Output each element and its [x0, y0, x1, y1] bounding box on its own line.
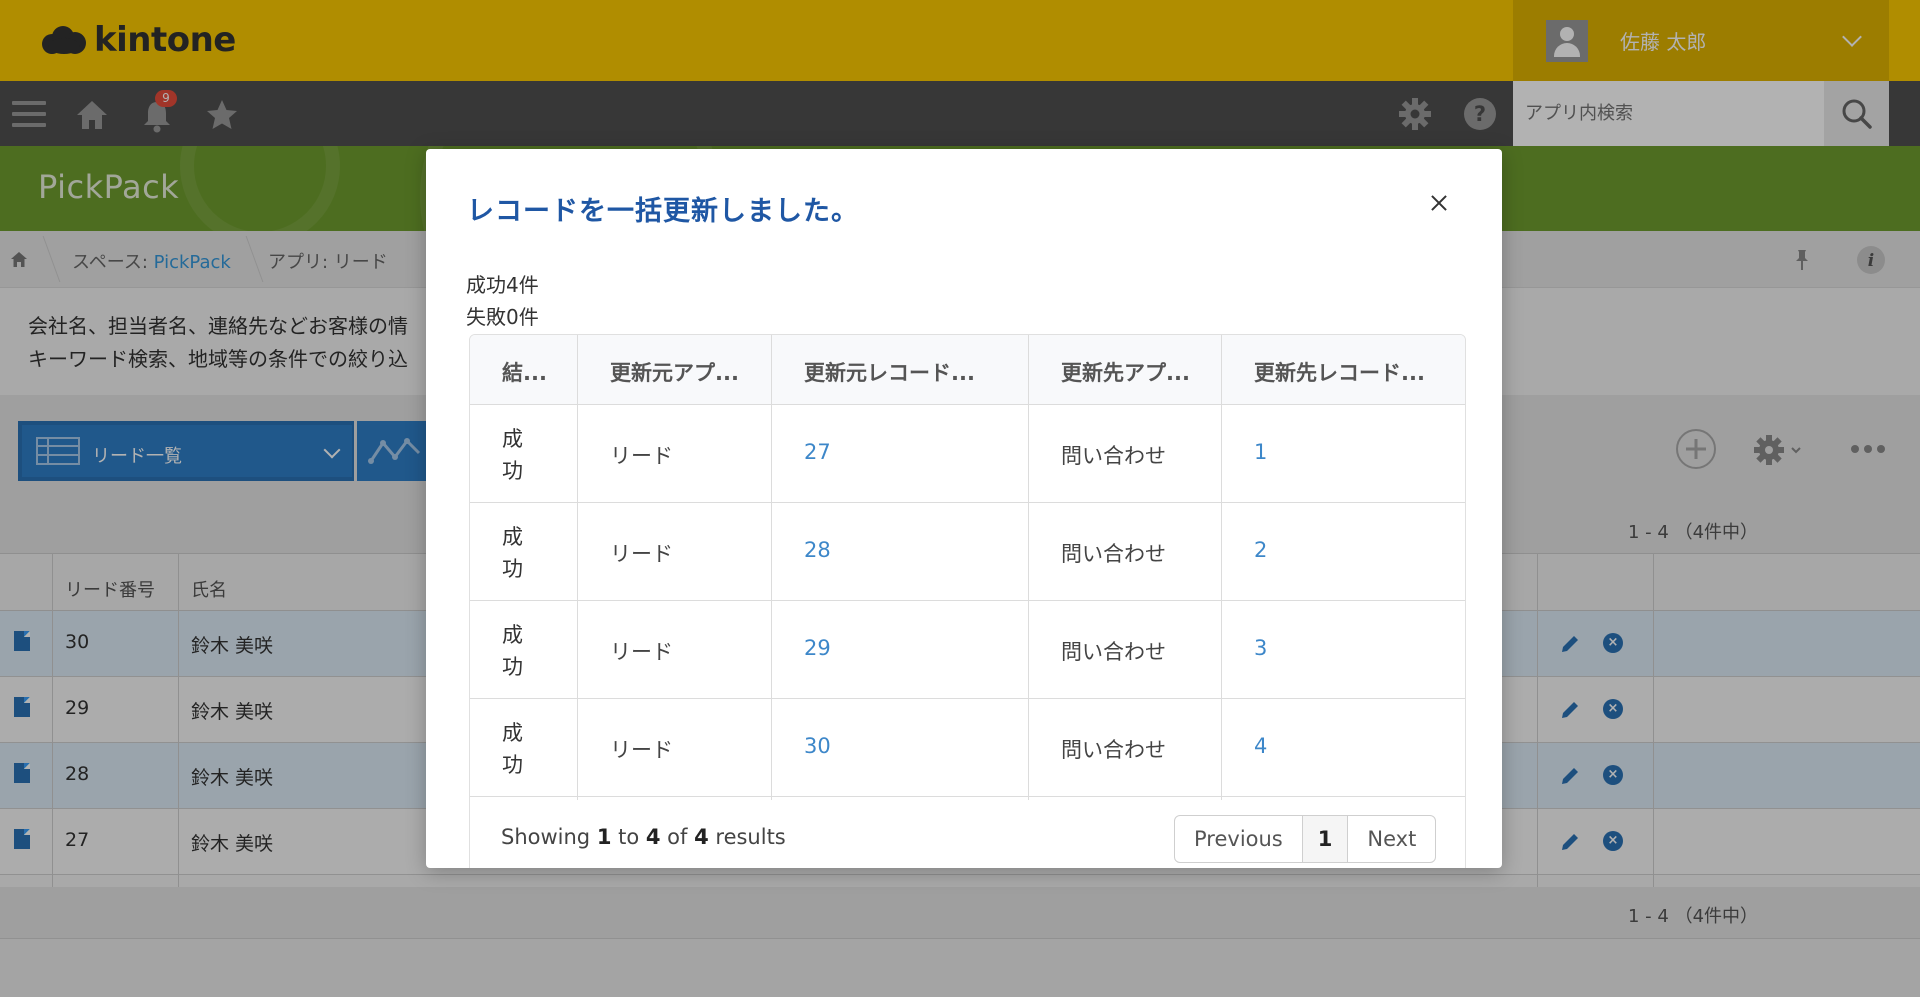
- source-record-link[interactable]: 29: [804, 636, 831, 660]
- column-header-target-app[interactable]: 更新先アプ...: [1061, 357, 1190, 387]
- column-header-result[interactable]: 結...: [502, 357, 547, 387]
- column-divider: [577, 335, 578, 800]
- column-header-target-record[interactable]: 更新先レコード...: [1254, 357, 1425, 387]
- update-summary: 成功4件 失敗0件: [466, 269, 539, 333]
- success-count: 成功4件: [466, 273, 539, 297]
- column-header-source-app[interactable]: 更新元アプ...: [610, 357, 739, 387]
- target-record-link[interactable]: 2: [1254, 538, 1267, 562]
- result-row: 成功 リード 29 問い合わせ 3: [470, 601, 1465, 699]
- source-record-link[interactable]: 28: [804, 538, 831, 562]
- result-table: 結... 更新元アプ... 更新元レコード... 更新先アプ... 更新先レコー…: [469, 334, 1466, 868]
- source-record-link[interactable]: 27: [804, 440, 831, 464]
- result-row: 成功 リード 30 問い合わせ 4: [470, 699, 1465, 797]
- next-page-button[interactable]: Next: [1348, 816, 1435, 862]
- column-divider: [1028, 335, 1029, 800]
- result-row: 成功 リード 27 問い合わせ 1: [470, 405, 1465, 503]
- target-record-link[interactable]: 1: [1254, 440, 1267, 464]
- result-table-header: 結... 更新元アプ... 更新元レコード... 更新先アプ... 更新先レコー…: [470, 335, 1465, 405]
- result-row: 成功 リード 28 問い合わせ 2: [470, 503, 1465, 601]
- pagination: Previous 1 Next: [1174, 815, 1437, 863]
- bulk-update-result-dialog: レコードを一括更新しました。 成功4件 失敗0件 結... 更新元アプ... 更…: [426, 149, 1502, 868]
- source-record-link[interactable]: 30: [804, 734, 831, 758]
- pagination-summary: Showing 1 to 4 of 4 results: [501, 825, 786, 849]
- target-record-link[interactable]: 3: [1254, 636, 1267, 660]
- column-divider: [1221, 335, 1222, 800]
- column-divider: [771, 335, 772, 800]
- previous-page-button[interactable]: Previous: [1175, 816, 1303, 862]
- page-1-button[interactable]: 1: [1302, 816, 1349, 862]
- dialog-title: レコードを一括更新しました。: [467, 196, 859, 227]
- target-record-link[interactable]: 4: [1254, 734, 1267, 758]
- column-header-source-record[interactable]: 更新元レコード...: [804, 357, 975, 387]
- close-icon[interactable]: [1424, 189, 1454, 219]
- failure-count: 失敗0件: [466, 305, 539, 329]
